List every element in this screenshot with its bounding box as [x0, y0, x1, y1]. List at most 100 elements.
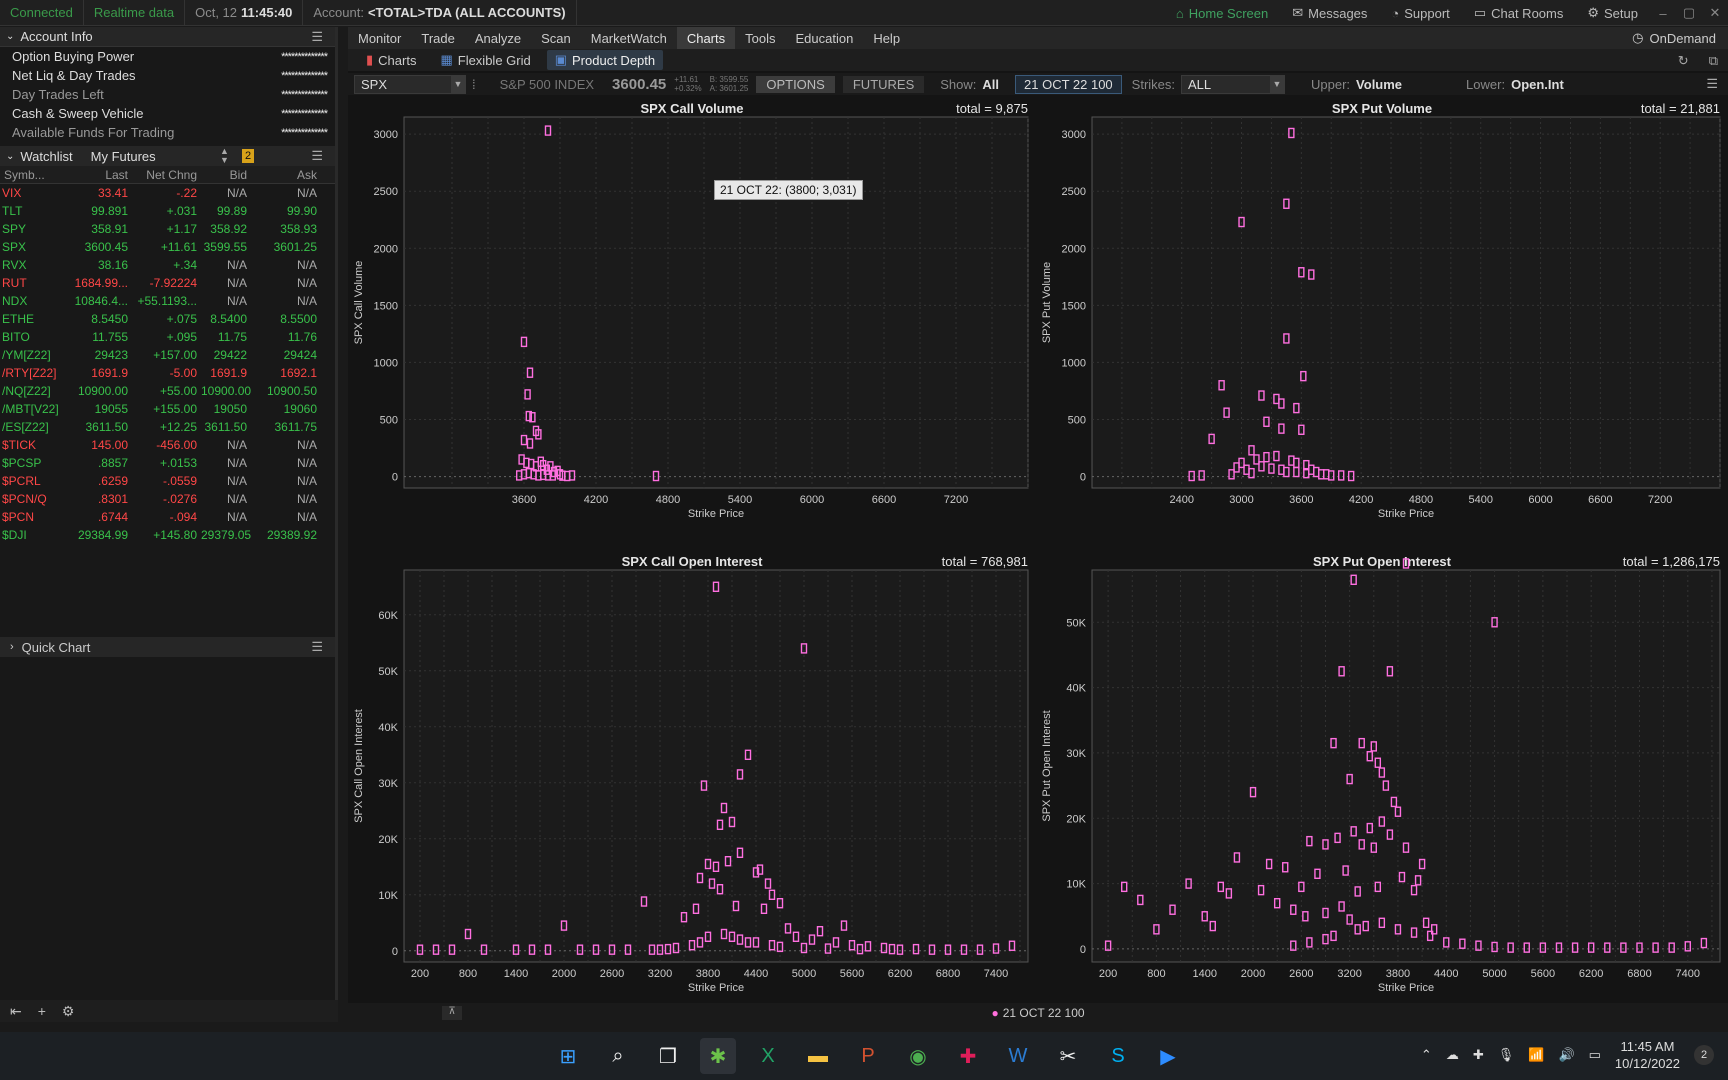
table-row[interactable]: $PCN/Q .8301 -.0276 N/A N/A — [0, 490, 335, 508]
lower-selector[interactable]: Open.Int — [1511, 77, 1564, 92]
excel-icon[interactable]: X — [750, 1038, 786, 1074]
windows-start-icon[interactable]: ⊞ — [550, 1038, 586, 1074]
snipping-tool-icon[interactable]: ✂ — [1050, 1038, 1086, 1074]
word-icon[interactable]: W — [1000, 1038, 1036, 1074]
minimize-button[interactable]: – — [1650, 6, 1676, 21]
table-row[interactable]: BITO 11.755 +.095 11.75 11.76 — [0, 328, 335, 346]
call-oi-chart[interactable]: SPX Call Open Interest total = 768,981 0 10… — [348, 554, 1036, 1000]
link-icon[interactable]: ⁞ — [472, 77, 476, 92]
file-explorer-icon[interactable]: ▬ — [800, 1038, 836, 1074]
menu-icon[interactable]: ☰ — [311, 29, 323, 45]
subtab-charts[interactable]: ▮ Charts — [358, 50, 424, 70]
skype-icon[interactable]: S — [1100, 1038, 1136, 1074]
menu-icon[interactable]: ☰ — [1706, 76, 1718, 92]
column-header[interactable]: Symb... — [0, 168, 66, 182]
refresh-icon[interactable]: ↻ — [1678, 53, 1689, 69]
gear-icon[interactable]: ⚙ — [62, 1003, 75, 1020]
menu-monitor[interactable]: Monitor — [348, 27, 411, 49]
maximize-button[interactable]: ▢ — [1676, 5, 1702, 21]
menu-icon[interactable]: ☰ — [311, 639, 323, 655]
close-window-button[interactable]: ✕ — [1702, 5, 1728, 21]
task-view-icon[interactable]: ❐ — [650, 1038, 686, 1074]
notification-badge[interactable]: 2 — [1694, 1045, 1714, 1065]
futures-toggle[interactable]: FUTURES — [842, 75, 925, 93]
put-oi-chart[interactable]: SPX Put Open Interest total = 1,286,175 0 1… — [1036, 554, 1728, 1000]
thinkorswim-icon[interactable]: ✱ — [700, 1038, 736, 1074]
menu-analyze[interactable]: Analyze — [465, 27, 531, 49]
menu-help[interactable]: Help — [863, 27, 910, 49]
ondemand-button[interactable]: ◷ OnDemand — [1632, 30, 1716, 46]
speaker-icon[interactable]: 🔊 — [1558, 1047, 1574, 1063]
menu-trade[interactable]: Trade — [411, 27, 464, 49]
table-row[interactable]: /YM[Z22] 29423 +157.00 29422 29424 — [0, 346, 335, 364]
show-selector[interactable]: All — [982, 77, 999, 92]
table-row[interactable]: $DJI 29384.99 +145.80 29379.05 29389.92 — [0, 526, 335, 544]
slack-tray-icon[interactable]: ✚ — [1473, 1047, 1484, 1063]
table-row[interactable]: ETHE 8.5450 +.075 8.5400 8.5500 — [0, 310, 335, 328]
upper-selector[interactable]: Volume — [1356, 77, 1402, 92]
table-row[interactable]: TLT 99.891 +.031 99.89 99.90 — [0, 202, 335, 220]
table-row[interactable]: /NQ[Z22] 10900.00 +55.00 10900.00 10900.50 — [0, 382, 335, 400]
setup-link[interactable]: ⚙ Setup — [1575, 0, 1650, 26]
table-row[interactable]: $PCN .6744 -.094 N/A N/A — [0, 508, 335, 526]
link-badge[interactable]: 2 — [242, 149, 254, 163]
powerpoint-icon[interactable]: P — [850, 1038, 886, 1074]
table-row[interactable]: SPY 358.91 +1.17 358.92 358.93 — [0, 220, 335, 238]
table-row[interactable]: RUT 1684.99... -7.92224 N/A N/A — [0, 274, 335, 292]
table-row[interactable]: /MBT[V22] 19055 +155.00 19050 19060 — [0, 400, 335, 418]
account-info-header[interactable]: ⌄ Account Info ☰ — [0, 27, 335, 47]
collapse-up-icon[interactable]: ⊼ — [442, 1006, 462, 1020]
menu-icon[interactable]: ☰ — [311, 148, 323, 164]
symbol-input[interactable]: SPX ▼ — [354, 74, 466, 94]
table-row[interactable]: VIX 33.41 -.22 N/A N/A — [0, 184, 335, 202]
table-row[interactable]: $TICK 145.00 -456.00 N/A N/A — [0, 436, 335, 454]
chevron-down-icon[interactable]: ⌄ — [6, 151, 14, 162]
collapse-left-icon[interactable]: ⇤ — [10, 1003, 22, 1020]
wifi-icon[interactable]: 📶 — [1528, 1047, 1544, 1063]
microphone-icon[interactable]: 🎙 — [1498, 1047, 1515, 1063]
account-selector[interactable]: Account: <TOTAL>TDA (ALL ACCOUNTS) — [303, 0, 577, 26]
slack-icon[interactable]: ✚ — [950, 1038, 986, 1074]
strikes-dropdown[interactable]: ALL ▼ — [1181, 74, 1286, 94]
put-volume-chart[interactable]: SPX Put Volume total = 21,881 0 500 1000 1500… — [1036, 101, 1728, 526]
call-volume-chart[interactable]: SPX Call Volume total = 9,875 0 500 1000 1500… — [348, 101, 1036, 526]
column-header[interactable]: Bid — [201, 168, 251, 182]
table-row[interactable]: /ES[Z22] 3611.50 +12.25 3611.50 3611.75 — [0, 418, 335, 436]
chevron-down-icon[interactable]: ▼ — [451, 75, 465, 93]
table-row[interactable]: SPX 3600.45 +11.61 3599.55 3601.25 — [0, 238, 335, 256]
quick-chart-header[interactable]: › Quick Chart ☰ — [0, 637, 335, 657]
table-row[interactable]: NDX 10846.4... +55.1193... N/A N/A — [0, 292, 335, 310]
subtab-product-depth[interactable]: ▣ Product Depth — [546, 50, 664, 70]
menu-marketwatch[interactable]: MarketWatch — [581, 27, 677, 49]
system-clock[interactable]: 11:45 AM 10/12/2022 — [1615, 1038, 1680, 1072]
expiry-selector[interactable]: 21 OCT 22 100 — [1015, 74, 1122, 94]
subtab-flexible-grid[interactable]: ▦ Flexible Grid — [432, 50, 538, 70]
search-icon[interactable]: ⌕ — [600, 1038, 636, 1074]
zoom-icon[interactable]: ▶ — [1150, 1038, 1186, 1074]
column-header[interactable]: Last — [66, 168, 132, 182]
x-tick-label: 2000 — [1241, 968, 1265, 980]
menu-scan[interactable]: Scan — [531, 27, 581, 49]
column-header[interactable]: Ask — [251, 168, 321, 182]
home-screen-link[interactable]: ⌂ Home Screen — [1164, 0, 1280, 26]
chrome-icon[interactable]: ◉ — [900, 1038, 936, 1074]
watchlist-name-selector[interactable]: My Futures — [91, 149, 156, 164]
add-gadget-icon[interactable]: + — [38, 1003, 46, 1019]
cloud-icon[interactable]: ☁ — [1446, 1047, 1459, 1063]
options-toggle[interactable]: OPTIONS — [756, 75, 835, 93]
sort-arrows-icon[interactable]: ▲ ▼ — [220, 147, 229, 165]
chevron-up-icon[interactable]: ⌃ — [1421, 1047, 1432, 1063]
menu-tools[interactable]: Tools — [735, 27, 785, 49]
battery-icon[interactable]: ▭ — [1589, 1047, 1601, 1063]
support-link[interactable]: ◔ Support — [1379, 0, 1461, 26]
table-row[interactable]: RVX 38.16 +.34 N/A N/A — [0, 256, 335, 274]
detach-icon[interactable]: ⧉ — [1709, 53, 1718, 69]
table-row[interactable]: $PCSP .8857 +.0153 N/A N/A — [0, 454, 335, 472]
table-row[interactable]: $PCRL .6259 -.0559 N/A N/A — [0, 472, 335, 490]
menu-charts[interactable]: Charts — [676, 27, 736, 49]
menu-education[interactable]: Education — [785, 27, 863, 49]
column-header[interactable]: Net Chng — [132, 168, 201, 182]
messages-link[interactable]: ✉ Messages — [1280, 0, 1379, 26]
table-row[interactable]: /RTY[Z22] 1691.9 -5.00 1691.9 1692.1 — [0, 364, 335, 382]
chat-rooms-link[interactable]: ▭ Chat Rooms — [1462, 0, 1576, 26]
